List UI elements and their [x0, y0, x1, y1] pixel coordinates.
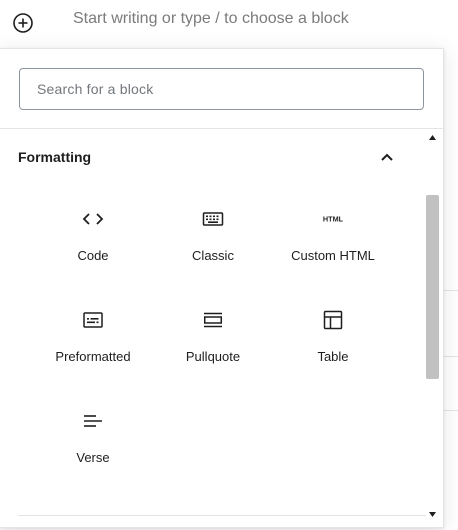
background-divider	[444, 356, 458, 357]
scrollbar-thumb[interactable]	[426, 195, 439, 379]
block-item-code[interactable]: Code	[33, 189, 153, 290]
block-item-verse[interactable]: Verse	[33, 391, 153, 492]
table-icon	[321, 308, 345, 332]
editor-placeholder[interactable]: Start writing or type / to choose a bloc…	[73, 10, 349, 28]
block-item-table[interactable]: Table	[273, 290, 393, 391]
block-label: Preformatted	[55, 349, 131, 364]
block-list: Code Classic HTML Custom HTML Preformatt…	[33, 189, 393, 492]
block-label: Table	[317, 349, 349, 364]
svg-text:HTML: HTML	[323, 215, 344, 224]
search-section	[0, 49, 443, 129]
keyboard-icon	[201, 207, 225, 231]
verse-icon	[81, 409, 105, 433]
block-label: Custom HTML	[291, 248, 375, 263]
plus-circle-icon	[13, 13, 33, 33]
block-item-pullquote[interactable]: Pullquote	[153, 290, 273, 391]
preformatted-icon	[81, 308, 105, 332]
pullquote-icon	[201, 308, 225, 332]
scroll-down-arrow-icon[interactable]	[428, 510, 437, 519]
block-inserter-toggle[interactable]	[12, 12, 34, 34]
block-label: Code	[77, 248, 109, 263]
scroll-up-arrow-icon[interactable]	[428, 133, 437, 142]
background-divider	[444, 290, 458, 291]
scrollbar[interactable]	[425, 131, 440, 521]
html-icon: HTML	[321, 207, 345, 231]
formatting-panel-toggle[interactable]: Formatting	[18, 140, 398, 174]
block-search-input[interactable]	[19, 68, 424, 110]
code-icon	[81, 207, 105, 231]
background-divider	[444, 410, 458, 411]
block-label: Verse	[76, 450, 110, 465]
panel-divider	[18, 515, 426, 516]
block-item-classic[interactable]: Classic	[153, 189, 273, 290]
block-label: Classic	[192, 248, 234, 263]
panel-title: Formatting	[18, 149, 92, 165]
block-inserter-popover: Formatting Code	[0, 48, 444, 528]
chevron-up-icon	[376, 146, 398, 168]
block-item-custom-html[interactable]: HTML Custom HTML	[273, 189, 393, 290]
block-label: Pullquote	[185, 349, 241, 364]
block-item-preformatted[interactable]: Preformatted	[33, 290, 153, 391]
